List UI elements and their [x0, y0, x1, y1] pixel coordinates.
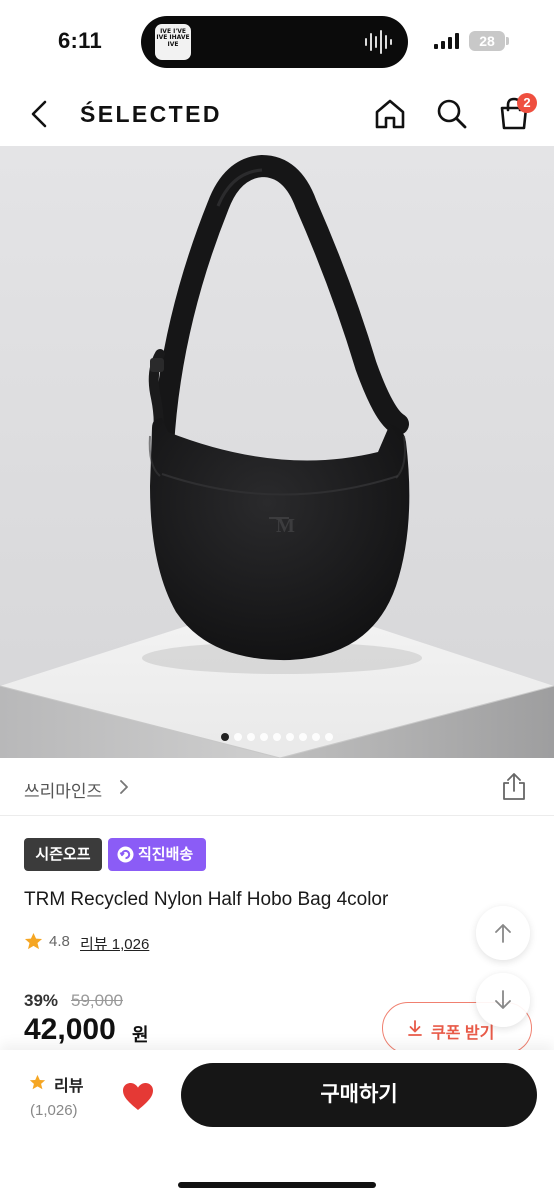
brand-logo[interactable]: ŚELECTED [80, 101, 222, 128]
scroll-to-bottom-button[interactable] [476, 973, 530, 1027]
pagination-dot[interactable] [221, 733, 229, 741]
status-time: 6:11 [58, 28, 103, 53]
rating-value: 4.8 [49, 933, 70, 950]
discount-rate: 39% [24, 991, 59, 1010]
scroll-to-top-button[interactable] [476, 906, 530, 960]
search-icon[interactable] [434, 96, 470, 132]
pagination-dot[interactable] [299, 733, 307, 741]
price-unit: 원 [132, 1025, 149, 1045]
pagination-dot[interactable] [234, 733, 242, 741]
brand-row[interactable]: 쓰리마인즈 [0, 758, 554, 816]
star-icon [29, 1074, 46, 1090]
audio-waveform-icon [365, 30, 392, 54]
product-photo: M [0, 146, 554, 758]
battery-icon [506, 37, 509, 45]
arrow-down-icon [495, 990, 511, 1009]
download-icon [408, 1020, 422, 1036]
now-playing-album-art: IVE I'VE IVE IHAVE IVE [155, 24, 191, 60]
pagination-dot[interactable] [260, 733, 268, 741]
season-off-badge: 시즌오프 [24, 838, 102, 871]
home-icon[interactable] [372, 96, 408, 132]
review-button-count[interactable]: (1,026) [30, 1102, 78, 1119]
direct-delivery-label: 직진배송 [138, 846, 194, 863]
pagination-dot[interactable] [247, 733, 255, 741]
pagination-dot[interactable] [325, 733, 333, 741]
pagination-dot[interactable] [286, 733, 294, 741]
heart-icon[interactable] [122, 1082, 154, 1111]
share-icon[interactable] [500, 772, 528, 802]
star-icon [24, 932, 43, 950]
top-nav-bar: ŚELECTED [0, 84, 554, 146]
status-bar: 6:11 IVE I'VE IVE IHAVE IVE 28 [0, 0, 554, 84]
product-image-gallery[interactable]: M [0, 146, 554, 758]
buy-button[interactable]: 구매하기 [181, 1063, 537, 1127]
chevron-right-icon [120, 780, 128, 794]
gallery-pagination [0, 733, 554, 745]
original-price: 59,000 [71, 991, 123, 1010]
battery-level: 28 [469, 31, 505, 51]
bottom-action-bar: 리뷰 (1,026) 구매하기 [0, 1050, 554, 1200]
dynamic-island: IVE I'VE IVE IHAVE IVE [141, 16, 408, 68]
home-indicator [178, 1182, 376, 1188]
review-count-link[interactable]: 리뷰 1,026 [80, 933, 149, 954]
cellular-signal-icon [434, 33, 459, 49]
pagination-dot[interactable] [273, 733, 281, 741]
review-button-label[interactable]: 리뷰 [54, 1072, 83, 1096]
brand-name-link[interactable]: 쓰리마인즈 [24, 777, 102, 802]
back-arrow-icon[interactable] [24, 98, 56, 130]
arrow-up-icon [495, 924, 511, 943]
product-title: TRM Recycled Nylon Half Hobo Bag 4color [24, 889, 389, 910]
sale-price: 42,000 [24, 1013, 116, 1046]
cart-count-badge: 2 [517, 93, 537, 113]
coupon-label: 쿠폰 받기 [431, 1025, 495, 1042]
direct-delivery-badge: 직진배송 [108, 838, 206, 871]
pagination-dot[interactable] [312, 733, 320, 741]
delivery-icon [117, 846, 134, 863]
